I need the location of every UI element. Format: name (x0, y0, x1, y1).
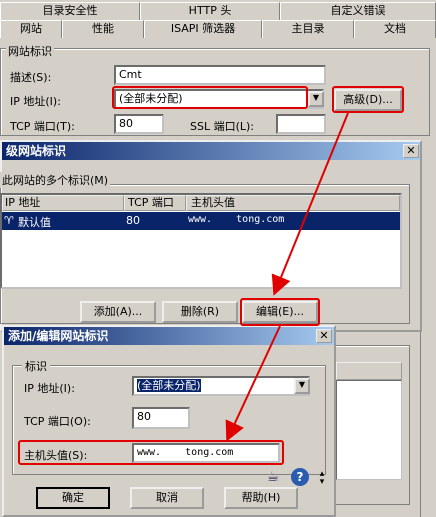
arrow-to-host (225, 325, 281, 442)
arrow-to-edit (271, 112, 349, 296)
annotation-arrows (225, 112, 349, 442)
